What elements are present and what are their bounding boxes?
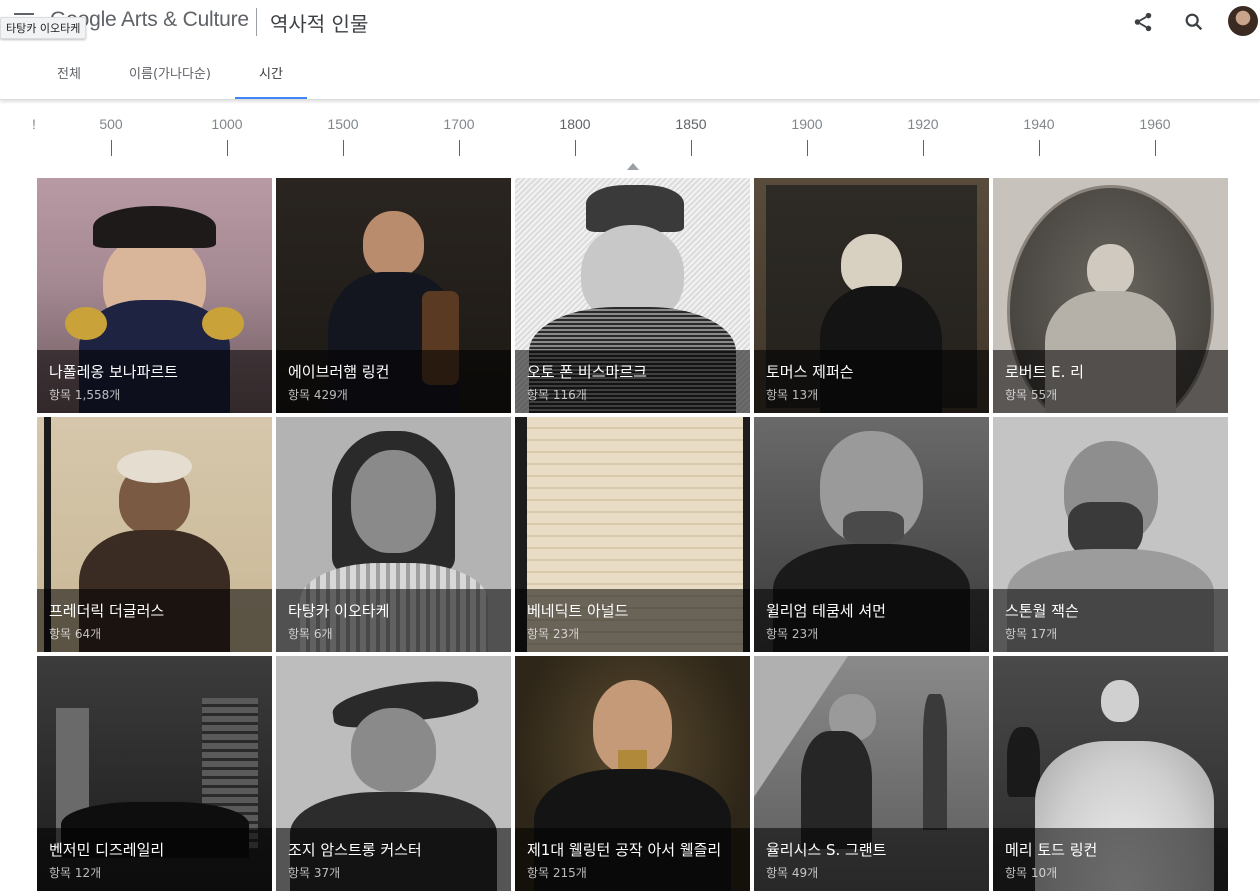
figure-card[interactable]: 스톤월 잭슨 항목 17개 [993,417,1228,652]
timeline-tick-line [691,140,692,156]
item-count: 항목 6개 [288,627,333,641]
figure-name: 제1대 웰링턴 공작 아서 웰즐리 [527,841,722,859]
figure-card[interactable]: 로버트 E. 리 항목 55개 [993,178,1228,413]
card-caption: 윌리엄 테쿰세 셔먼 항목 23개 [754,589,989,652]
timeline-tick[interactable]: 1940 [1009,116,1069,132]
avatar[interactable] [1228,6,1258,36]
figure-name: 토머스 제퍼슨 [766,363,854,381]
figure-grid: 나폴레옹 보나파르트 항목 1,558개 에이브러햄 링컨 항목 429개 오토… [37,178,1229,891]
search-button[interactable] [1181,9,1207,35]
card-caption: 로버트 E. 리 항목 55개 [993,350,1228,413]
figure-card[interactable]: 토머스 제퍼슨 항목 13개 [754,178,989,413]
figure-name: 율리시스 S. 그랜트 [766,841,887,859]
item-count: 항목 12개 [49,866,102,880]
item-count: 항목 429개 [288,388,348,402]
card-caption: 조지 암스트롱 커스터 항목 37개 [276,828,511,891]
share-button[interactable] [1130,9,1156,35]
timeline-start-mark: ! [32,116,36,132]
item-count: 항목 13개 [766,388,819,402]
item-count: 항목 64개 [49,627,102,641]
figure-name: 타탕카 이오타케 [288,602,390,620]
timeline-tick[interactable]: 1850 [661,116,721,132]
timeline-tick[interactable]: 1900 [777,116,837,132]
card-caption: 메리 토드 링컨 항목 10개 [993,828,1228,891]
figure-name: 메리 토드 링컨 [1005,841,1098,859]
timeline-tick-line [575,140,576,156]
figure-name: 프레더릭 더글러스 [49,602,165,620]
timeline-tick-line [1039,140,1040,156]
figure-name: 베네딕트 아널드 [527,602,629,620]
item-count: 항목 37개 [288,866,341,880]
timeline[interactable]: ! 500 1000 1500 1700 1800 1850 1900 1920… [0,100,1260,176]
timeline-tick-line [459,140,460,156]
figure-card[interactable]: 나폴레옹 보나파르트 항목 1,558개 [37,178,272,413]
figure-card[interactable]: 율리시스 S. 그랜트 항목 49개 [754,656,989,891]
figure-card[interactable]: 프레더릭 더글러스 항목 64개 [37,417,272,652]
timeline-tick-line [923,140,924,156]
timeline-tick[interactable]: 1800 [545,116,605,132]
item-count: 항목 10개 [1005,866,1058,880]
card-caption: 제1대 웰링턴 공작 아서 웰즐리 항목 215개 [515,828,750,891]
timeline-tick-line [111,140,112,156]
card-caption: 나폴레옹 보나파르트 항목 1,558개 [37,350,272,413]
timeline-position-marker[interactable] [627,163,639,170]
item-count: 항목 55개 [1005,388,1058,402]
card-caption: 에이브러햄 링컨 항목 429개 [276,350,511,413]
card-caption: 베네딕트 아널드 항목 23개 [515,589,750,652]
figure-card[interactable]: 오토 폰 비스마르크 항목 116개 [515,178,750,413]
timeline-tick-line [807,140,808,156]
item-count: 항목 1,558개 [49,388,121,402]
timeline-tick[interactable]: 1500 [313,116,373,132]
card-caption: 율리시스 S. 그랜트 항목 49개 [754,828,989,891]
figure-name: 스톤월 잭슨 [1005,602,1079,620]
figure-card[interactable]: 벤저민 디즈레일리 항목 12개 [37,656,272,891]
header-divider [256,8,257,36]
item-count: 항목 215개 [527,866,587,880]
timeline-tick-line [1155,140,1156,156]
card-caption: 타탕카 이오타케 항목 6개 [276,589,511,652]
tooltip: 타탕카 이오타케 [0,17,87,39]
figure-card[interactable]: 조지 암스트롱 커스터 항목 37개 [276,656,511,891]
figure-name: 에이브러햄 링컨 [288,363,390,381]
card-caption: 프레더릭 더글러스 항목 64개 [37,589,272,652]
item-count: 항목 23개 [766,627,819,641]
figure-name: 오토 폰 비스마르크 [527,363,647,381]
timeline-tick-line [227,140,228,156]
figure-card[interactable]: 제1대 웰링턴 공작 아서 웰즐리 항목 215개 [515,656,750,891]
figure-card[interactable]: 타탕카 이오타케 항목 6개 [276,417,511,652]
timeline-tick[interactable]: 1920 [893,116,953,132]
figure-card[interactable]: 메리 토드 링컨 항목 10개 [993,656,1228,891]
tab-all[interactable]: 전체 [42,46,96,99]
figure-name: 조지 암스트롱 커스터 [288,841,422,859]
figure-card[interactable]: 에이브러햄 링컨 항목 429개 [276,178,511,413]
share-icon [1134,12,1152,32]
timeline-tick-line [343,140,344,156]
search-icon [1185,13,1203,31]
item-count: 항목 116개 [527,388,587,402]
figure-name: 로버트 E. 리 [1005,363,1084,381]
figure-card[interactable]: 베네딕트 아널드 항목 23개 [515,417,750,652]
timeline-tick[interactable]: 1000 [197,116,257,132]
card-caption: 벤저민 디즈레일리 항목 12개 [37,828,272,891]
figure-name: 윌리엄 테쿰세 셔먼 [766,602,886,620]
item-count: 항목 49개 [766,866,819,880]
card-caption: 토머스 제퍼슨 항목 13개 [754,350,989,413]
figure-card[interactable]: 윌리엄 테쿰세 셔먼 항목 23개 [754,417,989,652]
card-caption: 오토 폰 비스마르크 항목 116개 [515,350,750,413]
figure-name: 나폴레옹 보나파르트 [49,363,178,381]
tab-time[interactable]: 시간 [235,46,307,99]
tab-name-order[interactable]: 이름(가나다순) [118,46,222,99]
tab-bar: 전체 이름(가나다순) 시간 [0,46,1260,100]
card-caption: 스톤월 잭슨 항목 17개 [993,589,1228,652]
timeline-tick[interactable]: 1700 [429,116,489,132]
timeline-tick[interactable]: 500 [81,116,141,132]
item-count: 항목 23개 [527,627,580,641]
figure-name: 벤저민 디즈레일리 [49,841,165,859]
timeline-tick[interactable]: 1960 [1125,116,1185,132]
item-count: 항목 17개 [1005,627,1058,641]
page-title: 역사적 인물 [270,12,369,36]
app-header: Google Arts & Culture 역사적 인물 타탕카 이오타케 [0,0,1260,46]
